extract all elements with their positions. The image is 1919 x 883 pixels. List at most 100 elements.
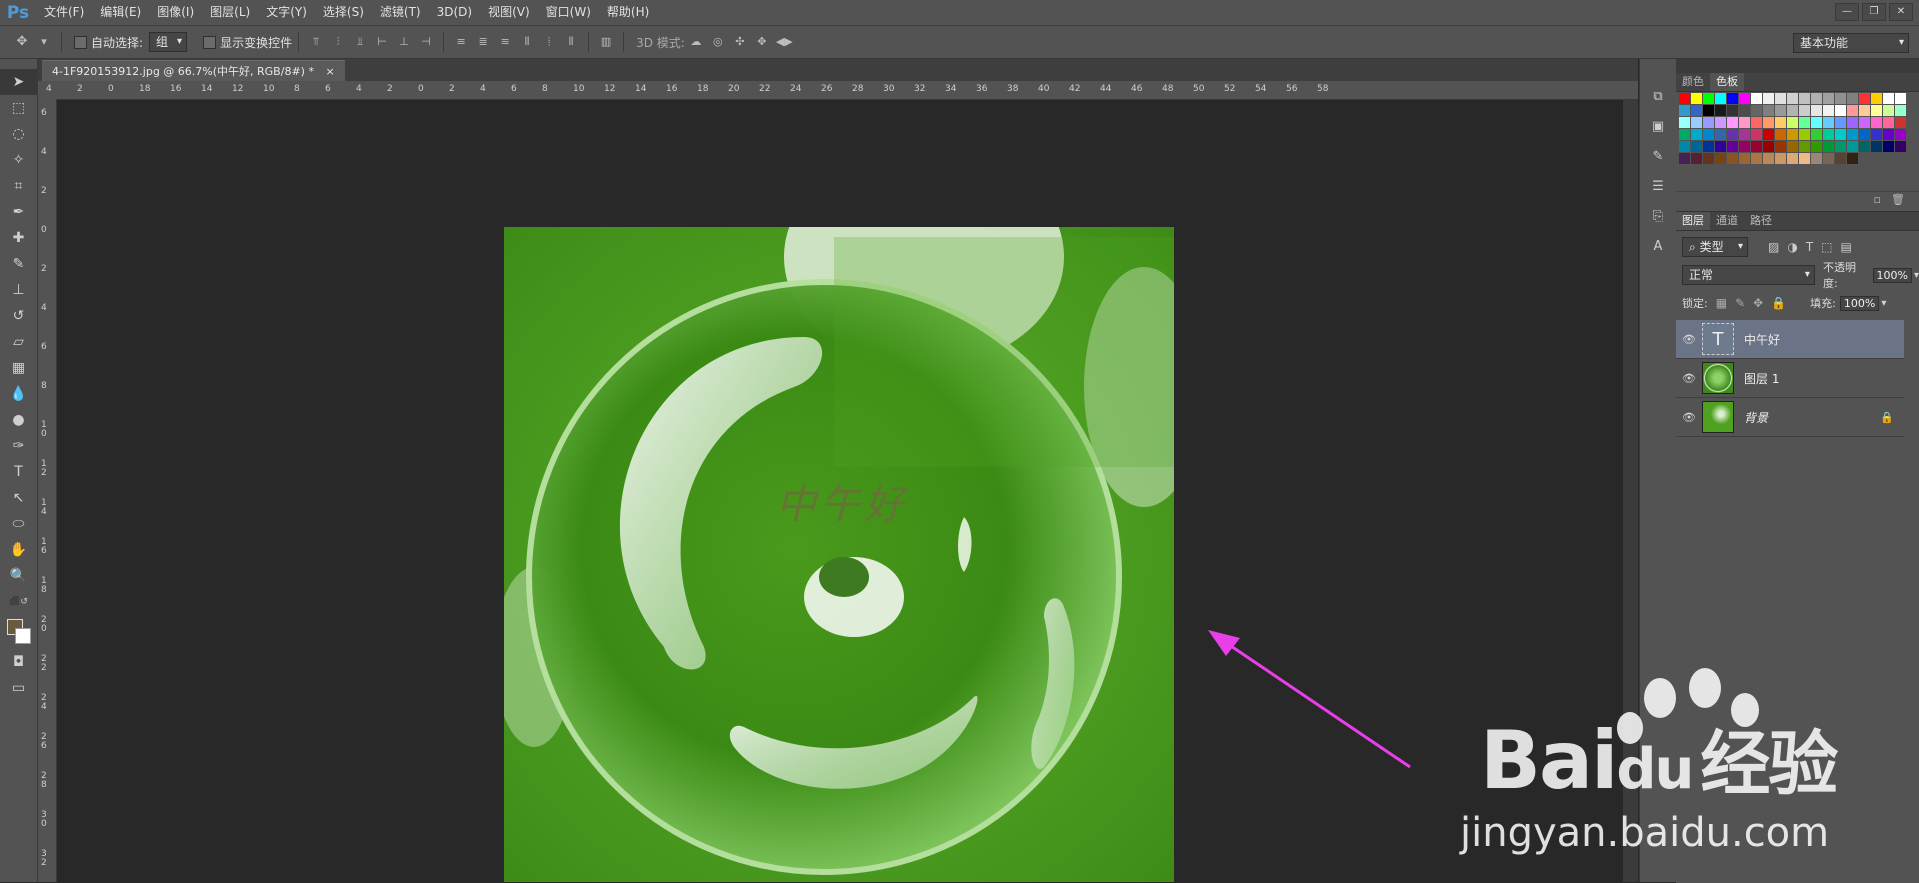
color-swatch[interactable]: [1847, 129, 1858, 140]
menu-item-5[interactable]: 选择(S): [315, 0, 372, 25]
color-swatch[interactable]: [1691, 153, 1702, 164]
filter-type-icon[interactable]: T: [1806, 240, 1813, 254]
color-swatch[interactable]: [1823, 93, 1834, 104]
lasso-tool-icon[interactable]: ◌: [0, 121, 37, 147]
shape-tool-icon[interactable]: ⬭: [0, 511, 37, 537]
color-swatch[interactable]: [1847, 93, 1858, 104]
crop-tool-icon[interactable]: ⌗: [0, 173, 37, 199]
color-swatch[interactable]: [1811, 141, 1822, 152]
color-swatch[interactable]: [1847, 141, 1858, 152]
color-swatch[interactable]: [1883, 117, 1894, 128]
fill-chevron-icon[interactable]: ▾: [1881, 298, 1886, 309]
lock-all-icon[interactable]: 🔒: [1771, 296, 1786, 310]
auto-select-option[interactable]: 自动选择:: [74, 34, 143, 51]
layer-row[interactable]: 👁 背景 🔒: [1676, 398, 1904, 437]
menu-item-2[interactable]: 图像(I): [149, 0, 202, 25]
color-swatch[interactable]: [1715, 93, 1726, 104]
color-swatch[interactable]: [1775, 93, 1786, 104]
color-swatch[interactable]: [1763, 153, 1774, 164]
brush-tool-icon[interactable]: ✎: [0, 251, 37, 277]
color-swatch[interactable]: [1859, 141, 1870, 152]
color-swatch[interactable]: [1691, 141, 1702, 152]
opacity-chevron-icon[interactable]: ▾: [1914, 270, 1919, 281]
color-swatch[interactable]: [1739, 117, 1750, 128]
color-swatch[interactable]: [1883, 141, 1894, 152]
color-swatch[interactable]: [1679, 129, 1690, 140]
gradient-tool-icon[interactable]: ▦: [0, 355, 37, 381]
distribute-left-icon[interactable]: ⦀: [519, 34, 535, 50]
tab-close-icon[interactable]: ×: [325, 65, 334, 78]
quick-mask-icon[interactable]: ◘: [0, 649, 37, 675]
menu-item-0[interactable]: 文件(F): [36, 0, 92, 25]
filter-adjustment-icon[interactable]: ◑: [1787, 240, 1797, 254]
align-vcenter-icon[interactable]: ⫶: [330, 34, 346, 50]
menu-item-1[interactable]: 编辑(E): [92, 0, 149, 25]
color-swatch[interactable]: [1703, 105, 1714, 116]
document-tab[interactable]: 4-1F920153912.jpg @ 66.7%(中午好, RGB/8#) *…: [42, 60, 345, 82]
3d-roll-icon[interactable]: ◎: [710, 34, 726, 50]
color-swatch[interactable]: [1811, 129, 1822, 140]
color-swatch[interactable]: [1715, 129, 1726, 140]
3d-pan-icon[interactable]: ✣: [732, 34, 748, 50]
minimize-button[interactable]: —: [1835, 3, 1859, 21]
color-swatch[interactable]: [1871, 117, 1882, 128]
distribute-top-icon[interactable]: ≡: [453, 34, 469, 50]
menu-item-6[interactable]: 滤镜(T): [372, 0, 429, 25]
color-swatch[interactable]: [1703, 141, 1714, 152]
filter-pixel-icon[interactable]: ▨: [1768, 240, 1779, 254]
eyedropper-tool-icon[interactable]: ✒: [0, 199, 37, 225]
color-swatch[interactable]: [1763, 117, 1774, 128]
clone-source-panel-icon[interactable]: ⎘: [1640, 201, 1676, 231]
color-swatch[interactable]: [1763, 141, 1774, 152]
show-transform-checkbox[interactable]: [203, 35, 217, 49]
color-swatch[interactable]: [1763, 93, 1774, 104]
align-left-icon[interactable]: ⊢: [374, 34, 390, 50]
color-swatch[interactable]: [1847, 153, 1858, 164]
color-swatch[interactable]: [1799, 117, 1810, 128]
color-swatch[interactable]: [1823, 141, 1834, 152]
lock-position-icon[interactable]: ✥: [1753, 296, 1763, 310]
type-tool-icon[interactable]: T: [0, 459, 37, 485]
color-swatch[interactable]: [1679, 153, 1690, 164]
healing-brush-tool-icon[interactable]: ✚: [0, 225, 37, 251]
new-swatch-icon[interactable]: ▫: [1874, 193, 1881, 206]
history-panel-icon[interactable]: ⧉: [1640, 81, 1676, 111]
color-swatch[interactable]: [1835, 141, 1846, 152]
color-swatch[interactable]: [1811, 105, 1822, 116]
color-swatch[interactable]: [1883, 105, 1894, 116]
3d-slide-icon[interactable]: ✥: [754, 34, 770, 50]
color-swatch[interactable]: [1775, 141, 1786, 152]
tab-layers[interactable]: 图层: [1676, 212, 1710, 230]
tab-swatches[interactable]: 色板: [1710, 73, 1744, 91]
color-swatch[interactable]: [1835, 105, 1846, 116]
layer-row[interactable]: 👁 图层 1: [1676, 359, 1904, 398]
color-swatch[interactable]: [1727, 129, 1738, 140]
color-swatch[interactable]: [1751, 93, 1762, 104]
color-swatch[interactable]: [1715, 117, 1726, 128]
close-button[interactable]: ✕: [1889, 3, 1913, 21]
align-hcenter-icon[interactable]: ⊥: [396, 34, 412, 50]
color-swatches-icon[interactable]: [0, 615, 37, 649]
color-swatch[interactable]: [1823, 105, 1834, 116]
distribute-bottom-icon[interactable]: ≡: [497, 34, 513, 50]
eye-icon[interactable]: 👁: [1676, 333, 1702, 346]
color-swatch[interactable]: [1847, 105, 1858, 116]
color-swatch[interactable]: [1787, 105, 1798, 116]
color-swatch[interactable]: [1727, 141, 1738, 152]
color-swatch[interactable]: [1835, 93, 1846, 104]
color-swatch[interactable]: [1775, 153, 1786, 164]
color-swatch[interactable]: [1835, 129, 1846, 140]
color-swatch[interactable]: [1895, 93, 1906, 104]
move-tool-preset-icon[interactable]: ✥: [14, 34, 30, 50]
color-swatch[interactable]: [1679, 117, 1690, 128]
color-swatch[interactable]: [1799, 93, 1810, 104]
color-swatch[interactable]: [1727, 105, 1738, 116]
zoom-tool-icon[interactable]: 🔍: [0, 563, 37, 589]
eye-icon[interactable]: 👁: [1676, 411, 1702, 424]
color-swatch[interactable]: [1775, 117, 1786, 128]
color-swatch[interactable]: [1739, 141, 1750, 152]
color-swatch[interactable]: [1739, 93, 1750, 104]
color-swatch[interactable]: [1739, 153, 1750, 164]
color-swatch[interactable]: [1799, 141, 1810, 152]
color-swatch[interactable]: [1883, 129, 1894, 140]
